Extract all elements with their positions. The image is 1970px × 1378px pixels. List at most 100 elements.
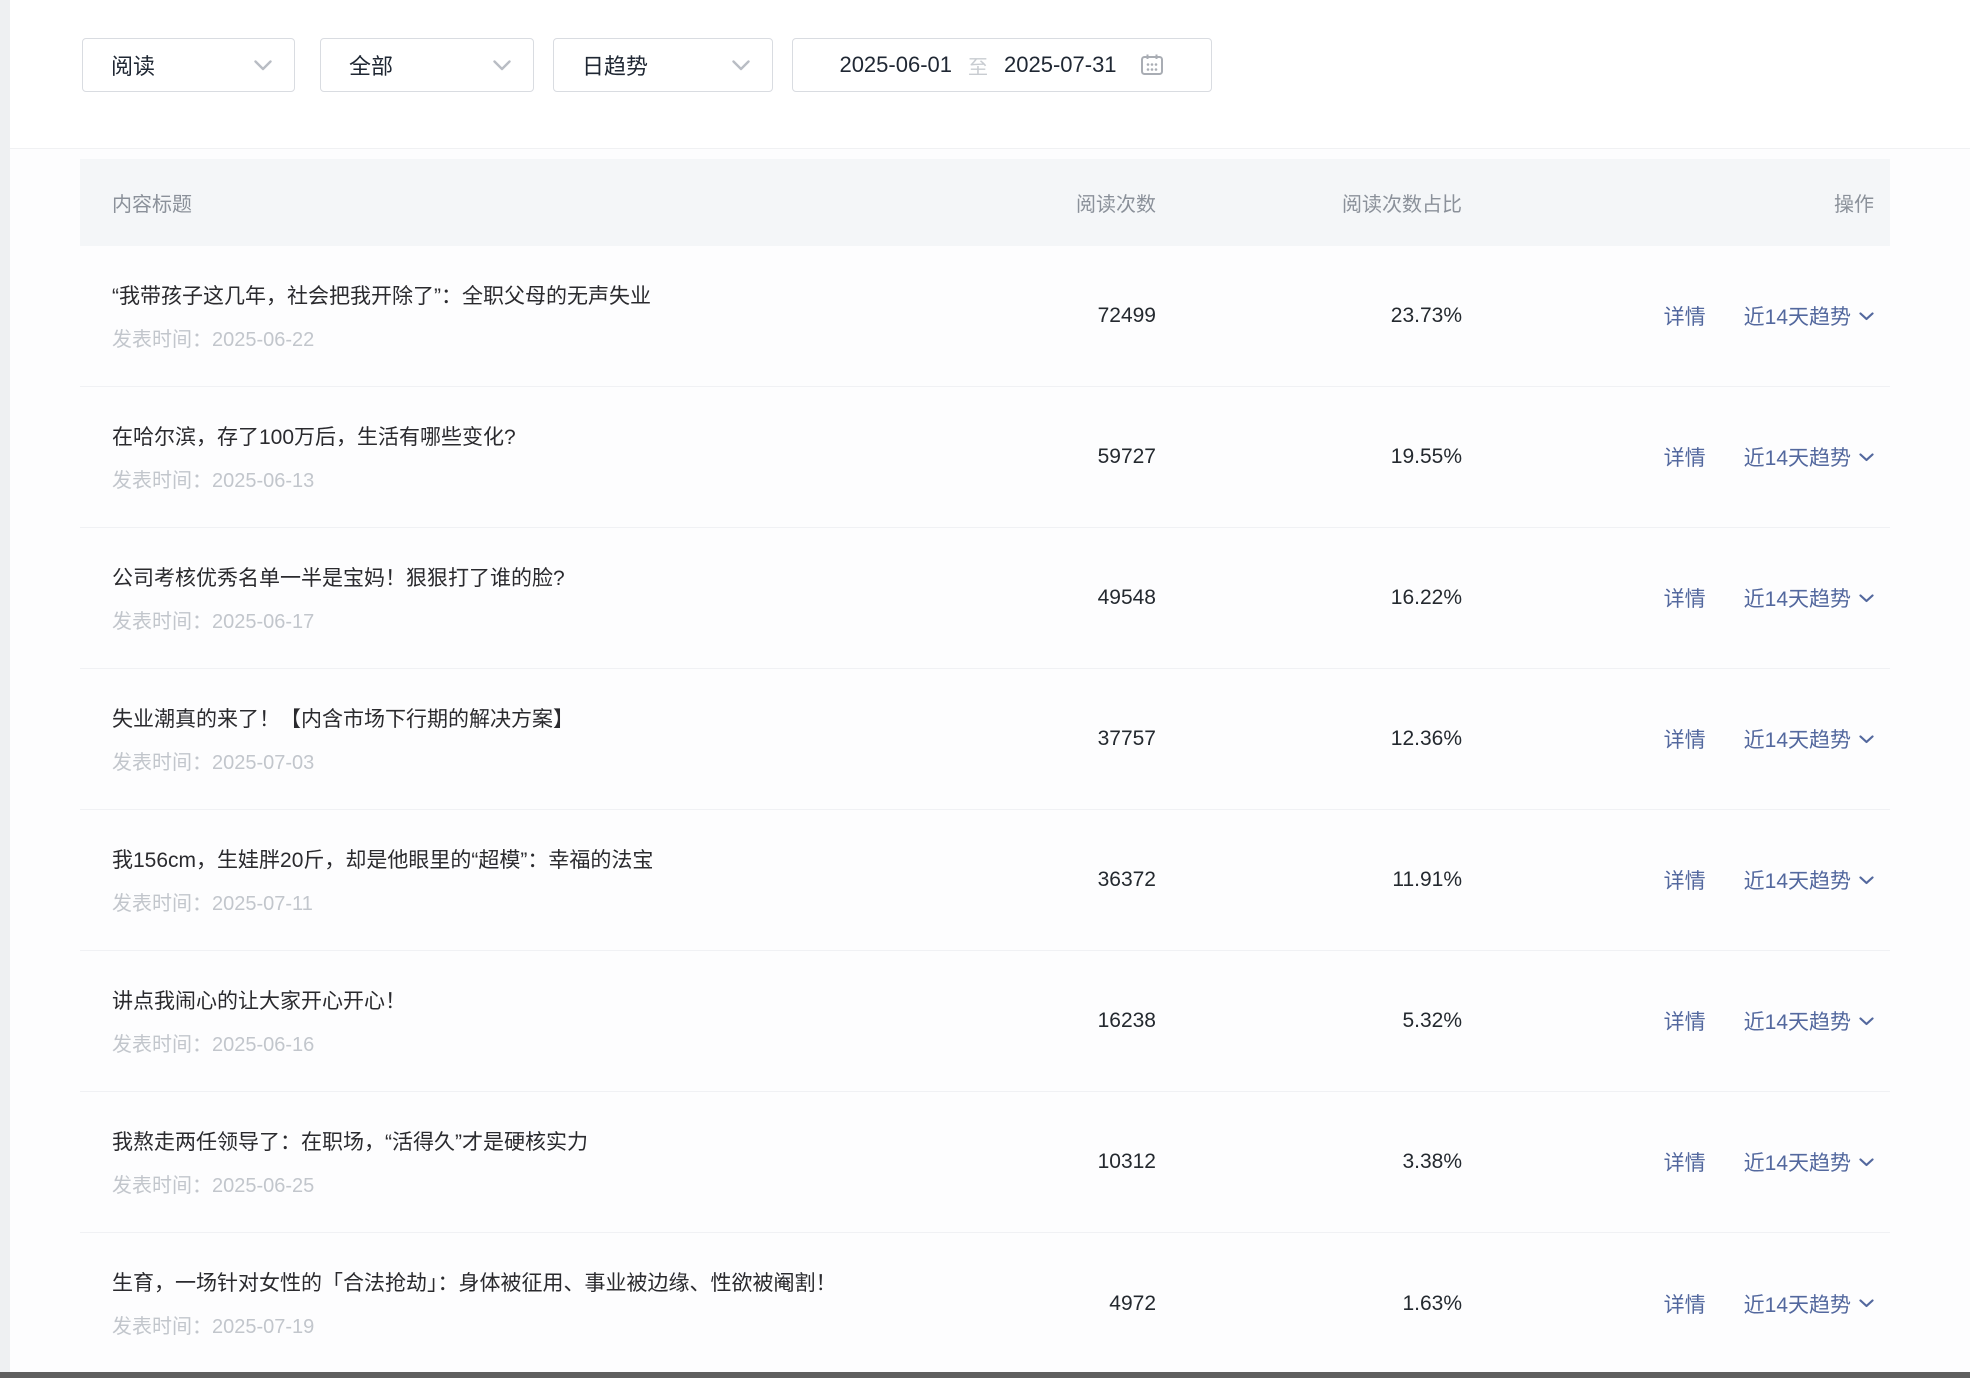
read-count: 16238 — [986, 1009, 1156, 1033]
article-title: 公司考核优秀名单一半是宝妈！狠狠打了谁的脸? — [112, 563, 932, 594]
trend-link[interactable]: 近14天趋势 — [1744, 1006, 1874, 1036]
header-read-count: 阅读次数 — [986, 188, 1156, 217]
trend-link[interactable]: 近14天趋势 — [1744, 865, 1874, 895]
read-count: 36372 — [986, 868, 1156, 892]
trend-link[interactable]: 近14天趋势 — [1744, 1147, 1874, 1177]
chevron-down-icon — [1859, 1158, 1874, 1167]
article-title: 失业潮真的来了！【内含市场下行期的解决方案】 — [112, 704, 932, 735]
calendar-icon — [1139, 52, 1165, 78]
read-share: 3.38% — [1156, 1150, 1462, 1174]
trend-link-label: 近14天趋势 — [1744, 442, 1851, 472]
read-count: 72499 — [986, 304, 1156, 328]
publish-date-label: 发表时间： — [112, 1316, 212, 1338]
table-section: 内容标题 阅读次数 阅读次数占比 操作 “我带孩子这几年，社会把我开除了”：全职… — [10, 148, 1970, 1378]
detail-link[interactable]: 详情 — [1664, 865, 1706, 895]
table-row: 我熬走两任领导了：在职场，“活得久”才是硬核实力 发表时间：2025-06-25… — [80, 1092, 1890, 1233]
chevron-down-icon — [1859, 876, 1874, 885]
read-count: 4972 — [986, 1292, 1156, 1316]
metric-select-value: 阅读 — [111, 49, 155, 81]
publish-date-label: 发表时间： — [112, 893, 212, 915]
publish-date: 发表时间：2025-07-19 — [112, 1310, 986, 1339]
trend-link-label: 近14天趋势 — [1744, 724, 1851, 754]
read-share: 11.91% — [1156, 868, 1462, 892]
chevron-down-icon — [254, 60, 272, 71]
read-count: 37757 — [986, 727, 1156, 751]
publish-date: 发表时间：2025-07-03 — [112, 746, 986, 775]
publish-date: 发表时间：2025-07-11 — [112, 887, 986, 916]
read-share: 16.22% — [1156, 586, 1462, 610]
trend-link-label: 近14天趋势 — [1744, 583, 1851, 613]
article-title: 生育，一场针对女性的「合法抢劫」：身体被征用、事业被边缘、性欲被阉割！ — [112, 1268, 932, 1299]
publish-date-value: 2025-06-13 — [212, 470, 314, 492]
metric-select[interactable]: 阅读 — [82, 38, 295, 92]
chevron-down-icon — [1859, 594, 1874, 603]
trend-link-label: 近14天趋势 — [1744, 301, 1851, 331]
header-content-title: 内容标题 — [112, 188, 986, 217]
read-share: 12.36% — [1156, 727, 1462, 751]
read-count: 49548 — [986, 586, 1156, 610]
publish-date: 发表时间：2025-06-22 — [112, 323, 986, 352]
scope-select-value: 全部 — [349, 49, 393, 81]
chevron-down-icon — [1859, 453, 1874, 462]
scope-select[interactable]: 全部 — [320, 38, 534, 92]
date-range-start: 2025-06-01 — [839, 52, 952, 78]
bottom-edge-strip — [0, 1372, 1970, 1378]
chevron-down-icon — [1859, 1017, 1874, 1026]
article-title: 我156cm，生娃胖20斤，却是他眼里的“超模”：幸福的法宝 — [112, 845, 932, 876]
trend-link[interactable]: 近14天趋势 — [1744, 301, 1874, 331]
table-row: 我156cm，生娃胖20斤，却是他眼里的“超模”：幸福的法宝 发表时间：2025… — [80, 810, 1890, 951]
publish-date-label: 发表时间： — [112, 611, 212, 633]
publish-date-label: 发表时间： — [112, 752, 212, 774]
publish-date-label: 发表时间： — [112, 470, 212, 492]
trend-link-label: 近14天趋势 — [1744, 865, 1851, 895]
publish-date: 发表时间：2025-06-13 — [112, 464, 986, 493]
read-share: 23.73% — [1156, 304, 1462, 328]
granularity-select-value: 日趋势 — [582, 49, 648, 81]
publish-date-value: 2025-06-22 — [212, 329, 314, 351]
table-row: 在哈尔滨，存了100万后，生活有哪些变化? 发表时间：2025-06-13 59… — [80, 387, 1890, 528]
trend-link-label: 近14天趋势 — [1744, 1006, 1851, 1036]
publish-date-value: 2025-06-17 — [212, 611, 314, 633]
chevron-down-icon — [493, 60, 511, 71]
date-range-picker[interactable]: 2025-06-01 至 2025-07-31 — [792, 38, 1212, 92]
header-read-share: 阅读次数占比 — [1156, 188, 1462, 217]
table-row: 公司考核优秀名单一半是宝妈！狠狠打了谁的脸? 发表时间：2025-06-17 4… — [80, 528, 1890, 669]
detail-link[interactable]: 详情 — [1664, 1006, 1706, 1036]
table-row: “我带孩子这几年，社会把我开除了”：全职父母的无声失业 发表时间：2025-06… — [80, 246, 1890, 387]
publish-date: 发表时间：2025-06-17 — [112, 605, 986, 634]
chevron-down-icon — [1859, 1299, 1874, 1308]
read-share: 5.32% — [1156, 1009, 1462, 1033]
detail-link[interactable]: 详情 — [1664, 583, 1706, 613]
publish-date-label: 发表时间： — [112, 329, 212, 351]
trend-link-label: 近14天趋势 — [1744, 1147, 1851, 1177]
article-title: 我熬走两任领导了：在职场，“活得久”才是硬核实力 — [112, 1127, 932, 1158]
publish-date-label: 发表时间： — [112, 1034, 212, 1056]
publish-date-value: 2025-06-25 — [212, 1175, 314, 1197]
detail-link[interactable]: 详情 — [1664, 301, 1706, 331]
article-title: “我带孩子这几年，社会把我开除了”：全职父母的无声失业 — [112, 281, 932, 312]
chevron-down-icon — [732, 60, 750, 71]
table-row: 生育，一场针对女性的「合法抢劫」：身体被征用、事业被边缘、性欲被阉割！ 发表时间… — [80, 1233, 1890, 1374]
trend-link[interactable]: 近14天趋势 — [1744, 724, 1874, 754]
header-actions: 操作 — [1462, 188, 1874, 217]
detail-link[interactable]: 详情 — [1664, 442, 1706, 472]
trend-link[interactable]: 近14天趋势 — [1744, 442, 1874, 472]
date-range-end: 2025-07-31 — [1004, 52, 1117, 78]
detail-link[interactable]: 详情 — [1664, 1147, 1706, 1177]
article-title: 讲点我闹心的让大家开心开心！ — [112, 986, 932, 1017]
trend-link[interactable]: 近14天趋势 — [1744, 1289, 1874, 1319]
detail-link[interactable]: 详情 — [1664, 724, 1706, 754]
table-row: 讲点我闹心的让大家开心开心！ 发表时间：2025-06-16 16238 5.3… — [80, 951, 1890, 1092]
trend-link[interactable]: 近14天趋势 — [1744, 583, 1874, 613]
trend-link-label: 近14天趋势 — [1744, 1289, 1851, 1319]
granularity-select[interactable]: 日趋势 — [553, 38, 773, 92]
detail-link[interactable]: 详情 — [1664, 1289, 1706, 1319]
chevron-down-icon — [1859, 735, 1874, 744]
table-row: 失业潮真的来了！【内含市场下行期的解决方案】 发表时间：2025-07-03 3… — [80, 669, 1890, 810]
read-count: 10312 — [986, 1150, 1156, 1174]
article-title: 在哈尔滨，存了100万后，生活有哪些变化? — [112, 422, 932, 453]
publish-date-label: 发表时间： — [112, 1175, 212, 1197]
publish-date-value: 2025-07-19 — [212, 1316, 314, 1338]
date-range-separator: 至 — [968, 51, 988, 80]
read-count: 59727 — [986, 445, 1156, 469]
